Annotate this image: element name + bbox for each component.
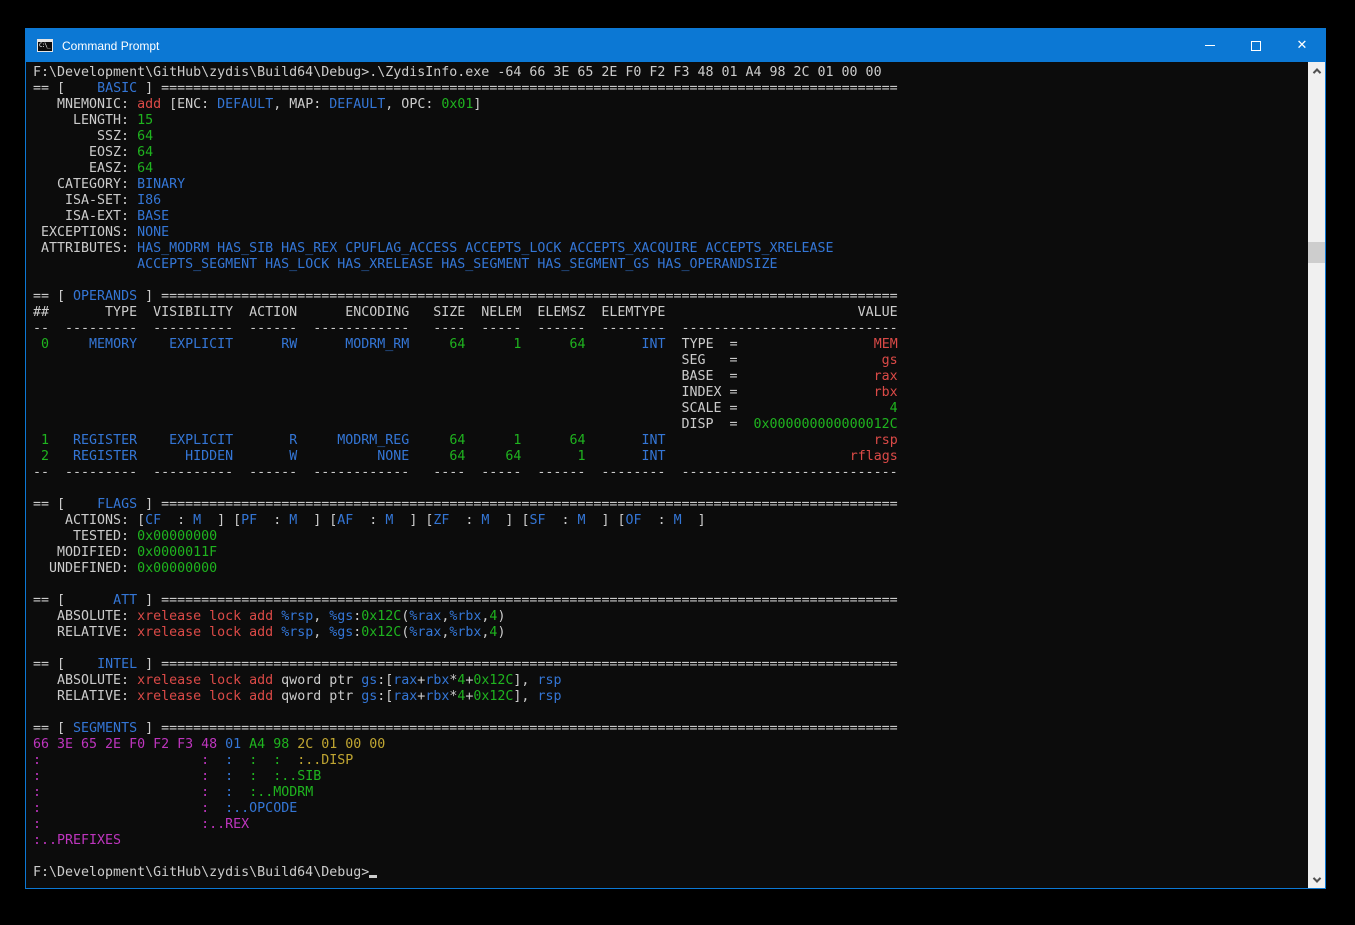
console-line: 0 MEMORY EXPLICIT RW MODRM_RM 64 1 64 IN…	[33, 337, 1308, 353]
console-line: : : : : :..SIB	[33, 769, 1308, 785]
console-line: == [ ATT ] =============================…	[33, 593, 1308, 609]
console-line: ACTIONS: [CF : M ] [PF : M ] [AF : M ] […	[33, 513, 1308, 529]
console-line: DISP = 0x000000000000012C	[33, 417, 1308, 433]
console-line: == [ SEGMENTS ] ========================…	[33, 721, 1308, 737]
close-button[interactable]: ✕	[1279, 29, 1325, 62]
console-output[interactable]: F:\Development\GitHub\zydis\Build64\Debu…	[26, 62, 1308, 888]
console-line: ISA-EXT: BASE	[33, 209, 1308, 225]
console-line: :..PREFIXES	[33, 833, 1308, 849]
scroll-down-button[interactable]	[1308, 871, 1325, 888]
console-line: : :..REX	[33, 817, 1308, 833]
scrollbar[interactable]	[1308, 62, 1325, 888]
console-line: 66 3E 65 2E F0 F2 F3 48 01 A4 98 2C 01 0…	[33, 737, 1308, 753]
window-title: Command Prompt	[62, 39, 159, 53]
console-line: ISA-SET: I86	[33, 193, 1308, 209]
console-line	[33, 641, 1308, 657]
console-line: == [ OPERANDS ] ========================…	[33, 289, 1308, 305]
scroll-thumb[interactable]	[1308, 242, 1325, 263]
console-line: RELATIVE: xrelease lock add %rsp, %gs:0x…	[33, 625, 1308, 641]
cmd-icon[interactable]: C:\_	[37, 39, 53, 52]
console-line: == [ FLAGS ] ===========================…	[33, 497, 1308, 513]
console-line: F:\Development\GitHub\zydis\Build64\Debu…	[33, 65, 1308, 81]
minimize-icon	[1205, 45, 1215, 46]
console-line: CATEGORY: BINARY	[33, 177, 1308, 193]
console-line: LENGTH: 15	[33, 113, 1308, 129]
console-line: -- --------- ---------- ------ ---------…	[33, 321, 1308, 337]
console-line: SEG = gs	[33, 353, 1308, 369]
console-line: -- --------- ---------- ------ ---------…	[33, 465, 1308, 481]
window-controls: ✕	[1187, 29, 1325, 62]
console-line: MODIFIED: 0x0000011F	[33, 545, 1308, 561]
command-prompt-window: C:\_ Command Prompt ✕ F:\Development\Git…	[25, 28, 1326, 889]
minimize-button[interactable]	[1187, 29, 1233, 62]
console-line: ABSOLUTE: xrelease lock add %rsp, %gs:0x…	[33, 609, 1308, 625]
console-line: == [ INTEL ] ===========================…	[33, 657, 1308, 673]
console-line	[33, 273, 1308, 289]
console-line: ACCEPTS_SEGMENT HAS_LOCK HAS_XRELEASE HA…	[33, 257, 1308, 273]
window-body: F:\Development\GitHub\zydis\Build64\Debu…	[26, 62, 1325, 888]
console-line: EOSZ: 64	[33, 145, 1308, 161]
close-icon: ✕	[1297, 39, 1308, 52]
console-line: RELATIVE: xrelease lock add qword ptr gs…	[33, 689, 1308, 705]
maximize-icon	[1251, 41, 1261, 51]
console-line: INDEX = rbx	[33, 385, 1308, 401]
console-line: : : : : : :..DISP	[33, 753, 1308, 769]
console-line: 2 REGISTER HIDDEN W NONE 64 64 1 INT rfl…	[33, 449, 1308, 465]
console-line	[33, 481, 1308, 497]
console-line: TESTED: 0x00000000	[33, 529, 1308, 545]
chevron-up-icon	[1312, 68, 1320, 76]
console-line: EASZ: 64	[33, 161, 1308, 177]
console-line	[33, 849, 1308, 865]
console-line: BASE = rax	[33, 369, 1308, 385]
cmd-icon-text: C:\_	[38, 42, 52, 49]
text-cursor	[369, 875, 377, 878]
console-line: : : :..OPCODE	[33, 801, 1308, 817]
console-line	[33, 705, 1308, 721]
scroll-up-button[interactable]	[1308, 62, 1325, 79]
maximize-button[interactable]	[1233, 29, 1279, 62]
desktop: { "window": { "title": "Command Prompt",…	[0, 0, 1355, 925]
console-line: : : : :..MODRM	[33, 785, 1308, 801]
title-bar[interactable]: C:\_ Command Prompt ✕	[26, 29, 1325, 62]
console-line	[33, 577, 1308, 593]
console-line: UNDEFINED: 0x00000000	[33, 561, 1308, 577]
console-line: F:\Development\GitHub\zydis\Build64\Debu…	[33, 865, 1308, 881]
console-line: ## TYPE VISIBILITY ACTION ENCODING SIZE …	[33, 305, 1308, 321]
console-line: ATTRIBUTES: HAS_MODRM HAS_SIB HAS_REX CP…	[33, 241, 1308, 257]
console-line: EXCEPTIONS: NONE	[33, 225, 1308, 241]
console-line: ABSOLUTE: xrelease lock add qword ptr gs…	[33, 673, 1308, 689]
console-line: MNEMONIC: add [ENC: DEFAULT, MAP: DEFAUL…	[33, 97, 1308, 113]
console-line: == [ BASIC ] ===========================…	[33, 81, 1308, 97]
chevron-down-icon	[1312, 874, 1320, 882]
console-line: SCALE = 4	[33, 401, 1308, 417]
console-line: SSZ: 64	[33, 129, 1308, 145]
console-line: 1 REGISTER EXPLICIT R MODRM_REG 64 1 64 …	[33, 433, 1308, 449]
